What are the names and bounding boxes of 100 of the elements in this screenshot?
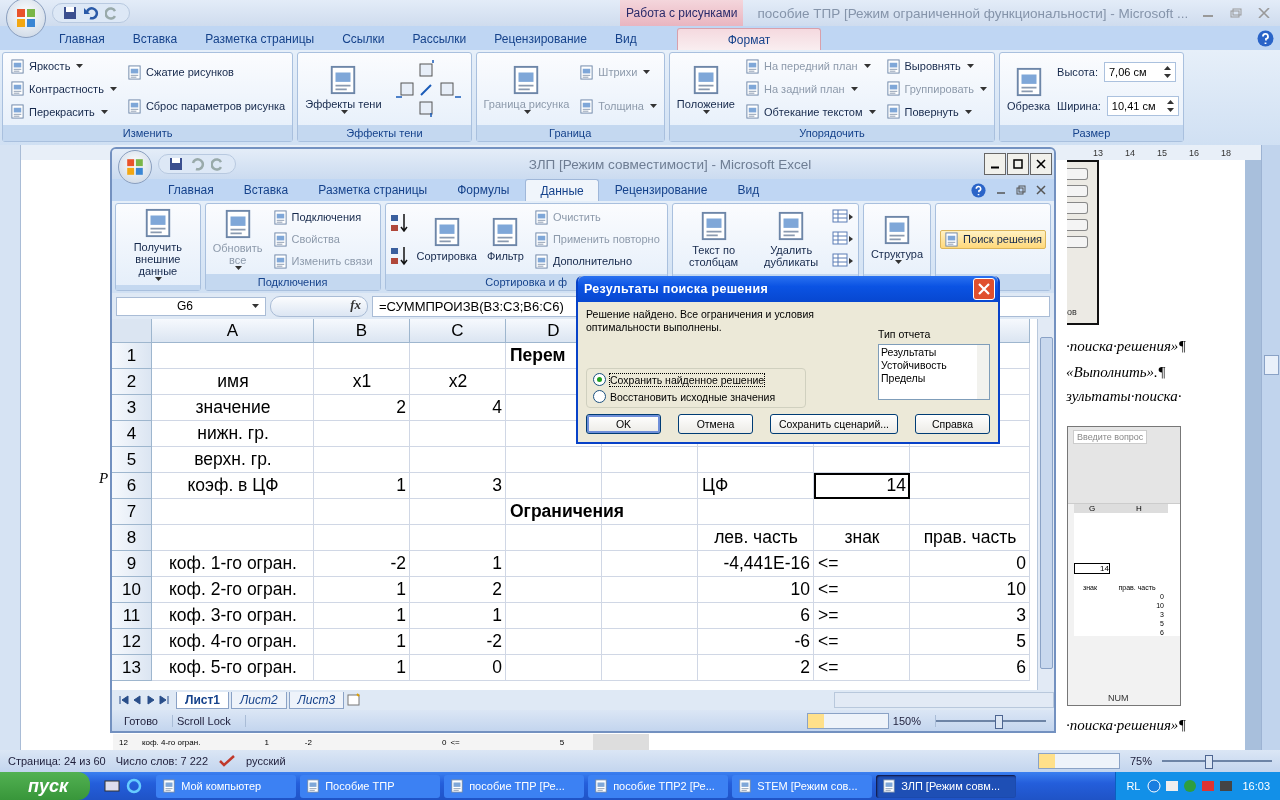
ribbon-button[interactable]: Удалить дубликаты [754, 208, 828, 270]
ribbon-button[interactable]: Повернуть [882, 103, 991, 121]
scrollbar[interactable] [977, 345, 989, 399]
scrollbar[interactable] [834, 692, 1054, 708]
help-icon[interactable] [971, 182, 986, 198]
ribbon-button[interactable]: Перекрасить [7, 103, 120, 121]
row-header[interactable]: 6 [112, 473, 152, 499]
zoom-slider[interactable] [1162, 755, 1272, 767]
save-icon[interactable] [169, 157, 183, 171]
ribbon-button[interactable]: Обрезка [1004, 64, 1054, 114]
ribbon-button[interactable]: Фильтр [483, 214, 527, 264]
sort-icon[interactable] [389, 244, 410, 267]
ribbon-tab[interactable]: Разметка страницы [304, 179, 442, 201]
dialog-button[interactable]: Отмена [678, 414, 753, 434]
restore-icon[interactable] [1016, 185, 1026, 195]
browser-icon[interactable] [126, 778, 143, 794]
radio-button[interactable] [593, 390, 606, 403]
ribbon-tab[interactable]: Ссылки [328, 28, 399, 50]
taskbar-button[interactable]: ЗЛП [Режим совм... [876, 774, 1017, 798]
undo-icon[interactable] [83, 6, 99, 20]
insert-function-button[interactable]: fx [350, 296, 361, 316]
slider-thumb[interactable] [1205, 755, 1214, 769]
column-header[interactable]: C [410, 319, 506, 343]
name-box[interactable]: G6 [116, 296, 266, 316]
close-icon[interactable] [1036, 185, 1046, 195]
ribbon-tab[interactable]: Формулы [443, 179, 524, 201]
dialog-button[interactable]: Сохранить сценарий... [769, 414, 898, 434]
sheet-tab[interactable]: Лист3 [288, 691, 345, 709]
formula-bar-buttons[interactable]: fx [270, 295, 368, 317]
ribbon-button[interactable]: Эффекты тени [302, 62, 385, 116]
ribbon-button[interactable]: Дополнительно [530, 252, 663, 270]
column-header[interactable]: B [314, 319, 410, 343]
ribbon-tab[interactable]: Разметка страницы [191, 28, 329, 50]
ribbon-tab[interactable]: Рассылки [398, 28, 481, 50]
slider-thumb[interactable] [994, 714, 1003, 729]
ribbon-button[interactable]: Положение [673, 62, 738, 116]
ribbon-button[interactable]: Получить внешние данные [120, 206, 196, 283]
row-header[interactable]: 9 [112, 551, 152, 577]
row-header[interactable]: 5 [112, 447, 152, 473]
spellcheck-icon[interactable] [218, 754, 237, 768]
row-header[interactable]: 7 [112, 499, 152, 525]
taskbar-button[interactable]: Пособие ТПР [300, 774, 441, 798]
dialog-button[interactable]: Справка [915, 414, 990, 434]
ribbon-tab[interactable]: Формат [676, 28, 822, 50]
ribbon-tab[interactable]: Главная [45, 28, 119, 50]
ribbon-tab[interactable]: Рецензирование [600, 179, 722, 201]
ribbon-tab[interactable]: Вставка [229, 179, 303, 201]
office-button[interactable] [6, 0, 46, 38]
maximize-button[interactable] [1007, 153, 1029, 175]
row-header[interactable]: 2 [112, 369, 152, 395]
ribbon-tab[interactable]: Главная [154, 179, 228, 201]
column-header[interactable]: A [152, 319, 314, 343]
zoom-slider[interactable] [936, 714, 1046, 727]
dialog-button[interactable]: OK [586, 414, 661, 434]
list-item[interactable]: Устойчивость [881, 359, 975, 372]
ribbon-button[interactable]: Выровнять [882, 57, 991, 75]
row-header[interactable]: 13 [112, 655, 152, 681]
ribbon-button[interactable]: Сброс параметров рисунка [123, 97, 289, 115]
row-header[interactable]: 4 [112, 421, 152, 447]
row-header[interactable]: 1 [112, 343, 152, 369]
ribbon-button[interactable]: Поиск решения [940, 229, 1046, 249]
ribbon-tab[interactable]: Вид [723, 179, 774, 201]
scroll-thumb[interactable] [1040, 337, 1053, 669]
table-tool-icon[interactable] [831, 230, 854, 248]
row-header[interactable]: 11 [112, 603, 152, 629]
row-header[interactable]: 8 [112, 525, 152, 551]
spinner-icon[interactable] [1163, 66, 1171, 78]
ribbon-tab[interactable]: Вставка [118, 28, 192, 50]
minimize-button[interactable] [984, 153, 1006, 175]
scroll-thumb[interactable] [1264, 355, 1279, 375]
ribbon-button[interactable]: Подключения [269, 208, 376, 226]
ribbon-button[interactable]: Структура [867, 212, 927, 266]
sort-icon[interactable] [389, 211, 410, 234]
taskbar-button[interactable]: Мой компьютер [156, 774, 297, 798]
scrollbar[interactable] [1037, 319, 1054, 690]
close-button[interactable] [1030, 153, 1052, 175]
help-icon[interactable] [1257, 29, 1274, 47]
ribbon-button[interactable]: Сжатие рисунков [123, 63, 289, 81]
ribbon-button[interactable]: Текст по столбцам [676, 208, 751, 270]
desktop-icon[interactable] [104, 778, 121, 794]
sheet-tab[interactable]: Лист1 [176, 691, 230, 709]
radio-button[interactable] [593, 373, 606, 386]
taskbar-button[interactable]: STEM [Режим сов... [732, 774, 873, 798]
ribbon-button[interactable]: Яркость [7, 57, 120, 75]
row-header[interactable]: 10 [112, 577, 152, 603]
size-field[interactable]: 10,41 см [1106, 96, 1179, 116]
scrollbar[interactable] [1261, 145, 1280, 750]
report-list[interactable]: Результаты Устойчивость Пределы [878, 344, 990, 400]
sheet-tab[interactable]: Лист2 [231, 691, 287, 709]
save-icon[interactable] [63, 6, 77, 20]
taskbar-button[interactable]: пособие ТПР2 [Ре... [588, 774, 729, 798]
table-tool-icon[interactable] [831, 208, 854, 226]
ribbon-tab[interactable]: Данные [525, 179, 599, 201]
ribbon-tab[interactable]: Вид [600, 28, 651, 50]
ribbon-tab[interactable]: Рецензирование [480, 28, 601, 50]
list-item[interactable]: Пределы [881, 372, 975, 385]
spinner-icon[interactable] [1166, 100, 1174, 112]
list-item[interactable]: Результаты [881, 346, 975, 359]
table-tool-icon[interactable] [831, 252, 854, 270]
size-field[interactable]: 7,06 см [1103, 62, 1176, 82]
